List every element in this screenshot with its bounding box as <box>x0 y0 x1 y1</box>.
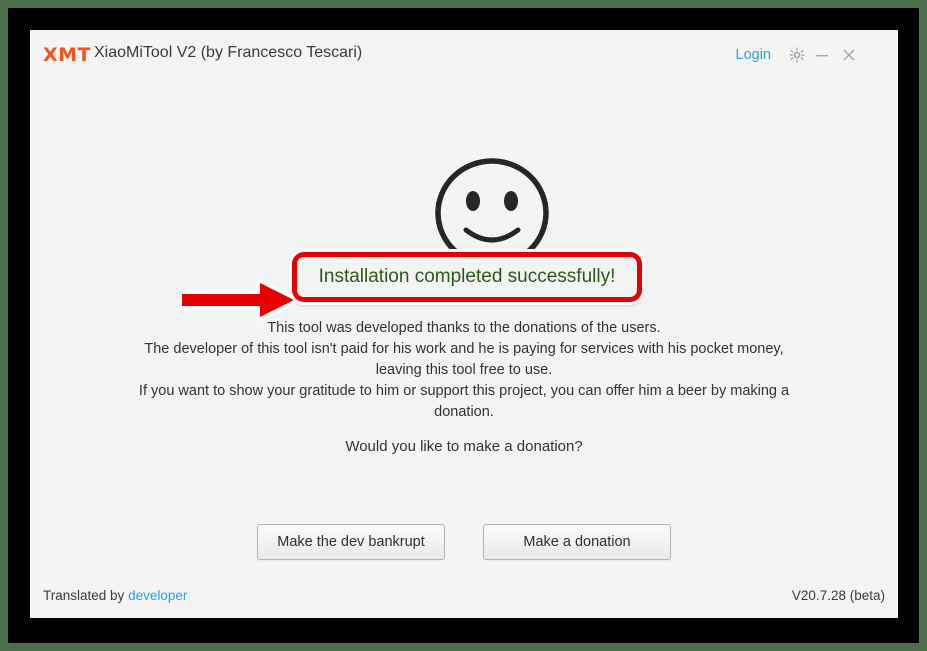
title-bar: XMT XiaoMiTool V2 (by Francesco Tescari)… <box>30 30 898 82</box>
app-title: XiaoMiTool V2 (by Francesco Tescari) <box>94 44 363 61</box>
description-line: donation. <box>434 404 494 420</box>
translated-by-prefix: Translated by <box>43 588 125 603</box>
make-dev-bankrupt-button[interactable]: Make the dev bankrupt <box>257 524 445 560</box>
app-logo: XMT <box>43 44 92 66</box>
status-highlight-box: Installation completed successfully! <box>292 252 642 302</box>
minimize-icon[interactable] <box>813 46 831 64</box>
make-donation-button[interactable]: Make a donation <box>483 524 671 560</box>
description-line: If you want to show your gratitude to hi… <box>138 383 790 399</box>
donation-question: Would you like to make a donation? <box>345 438 583 455</box>
translator-link[interactable]: developer <box>128 588 187 603</box>
donation-description: This tool was developed thanks to the do… <box>64 318 864 423</box>
screen-root: XMT XiaoMiTool V2 (by Francesco Tescari)… <box>0 0 927 651</box>
button-row: Make the dev bankrupt Make a donation <box>30 524 898 560</box>
gear-icon[interactable] <box>788 46 806 64</box>
description-line: The developer of this tool isn't paid fo… <box>144 341 784 357</box>
description-line: This tool was developed thanks to the do… <box>267 320 661 336</box>
status-message: Installation completed successfully! <box>318 266 616 287</box>
close-icon[interactable] <box>840 46 858 64</box>
description-line: leaving this tool free to use. <box>375 362 553 378</box>
application-window: XMT XiaoMiTool V2 (by Francesco Tescari)… <box>30 30 898 618</box>
version-label: V20.7.28 (beta) <box>791 588 885 603</box>
footer-bar: Translated by developer V20.7.28 (beta) <box>30 576 898 618</box>
translated-by-label: Translated by developer <box>43 588 187 603</box>
red-arrow-icon <box>178 277 310 323</box>
login-link[interactable]: Login <box>736 47 771 63</box>
